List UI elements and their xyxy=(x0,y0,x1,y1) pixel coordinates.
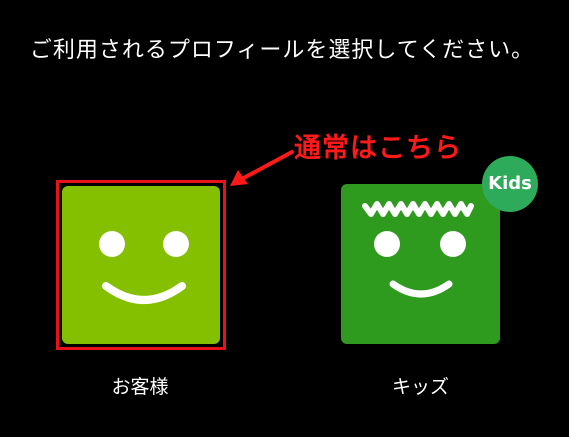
profile-select-prompt: ご利用されるプロフィールを選択してください。 xyxy=(29,38,535,63)
profile-avatar-main[interactable] xyxy=(62,186,220,344)
kids-smiley-face-icon xyxy=(362,201,474,298)
profile-card-kids[interactable]: Kids xyxy=(340,156,540,346)
profile-name-main[interactable]: お客様 xyxy=(56,372,224,399)
annotation-arrow-icon xyxy=(230,150,294,186)
smiley-face-icon xyxy=(99,231,189,304)
profile-select-screen: ご利用されるプロフィールを選択してください。 通常はこちら Kids お客様 キ… xyxy=(0,0,569,437)
kids-badge: Kids xyxy=(482,156,538,212)
profile-avatar-kids[interactable] xyxy=(341,184,500,344)
profile-card-main[interactable] xyxy=(56,180,226,350)
profile-name-kids[interactable]: キッズ xyxy=(341,372,500,399)
